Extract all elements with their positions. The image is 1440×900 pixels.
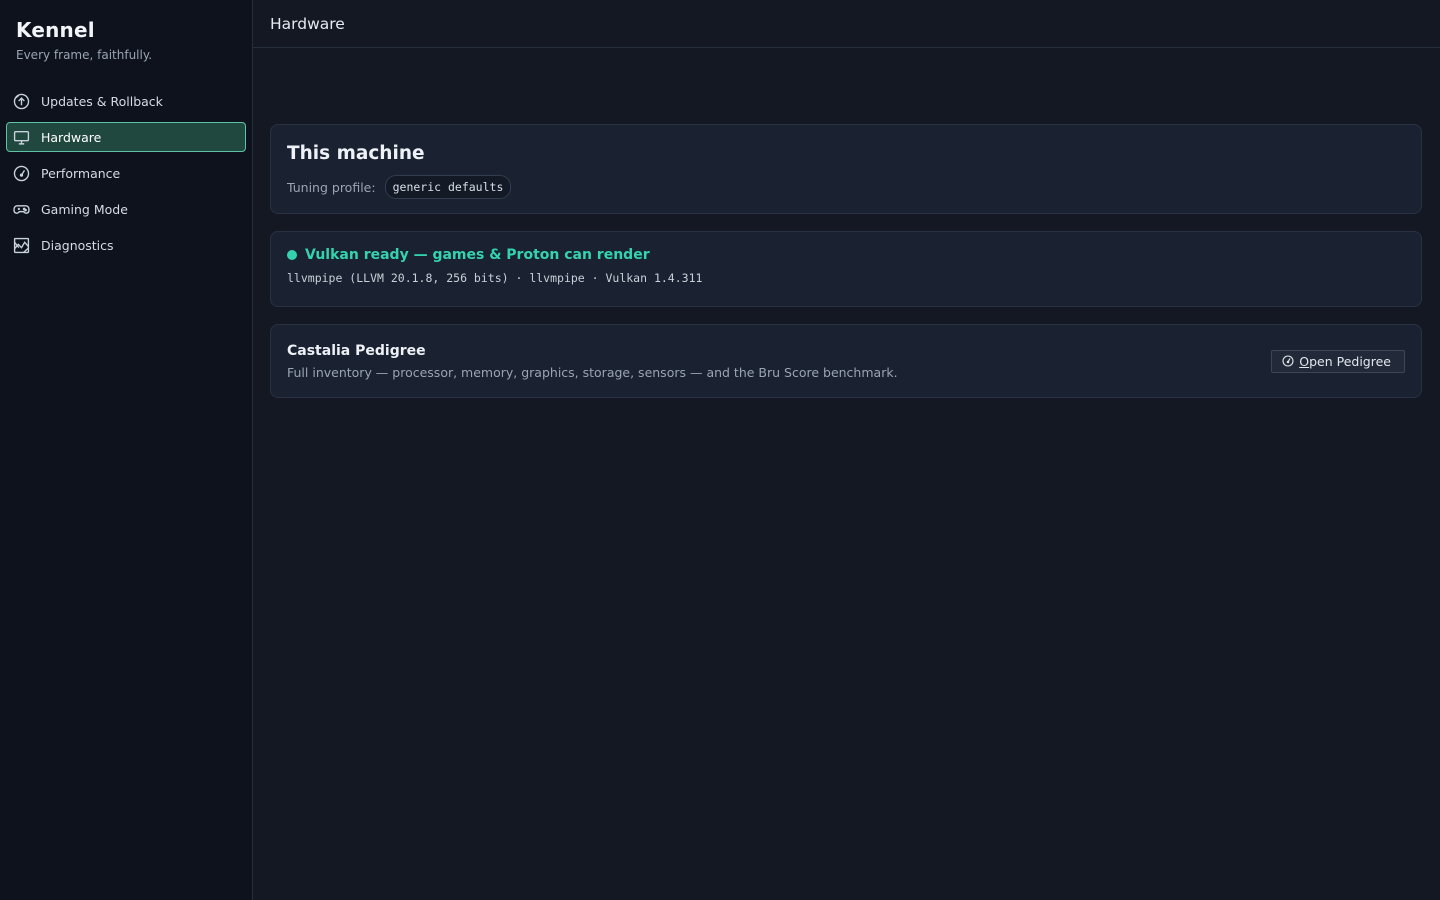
sidebar-item-label: Hardware (41, 129, 102, 145)
sidebar-item-hardware[interactable]: Hardware (6, 122, 246, 152)
main-panel: Hardware This machine Tuning profile: ge… (253, 0, 1440, 900)
sidebar: Kennel Every frame, faithfully. Updates … (0, 0, 253, 900)
sidebar-nav: Updates & Rollback Hardware Performance … (0, 86, 252, 260)
vulkan-status-text: Vulkan ready — games & Proton can render (305, 247, 650, 263)
sidebar-item-diagnostics[interactable]: Diagnostics (6, 230, 246, 260)
gamepad-icon (13, 201, 30, 218)
sidebar-item-label: Updates & Rollback (41, 93, 163, 109)
vulkan-status-card: Vulkan ready — games & Proton can render… (270, 231, 1422, 307)
pedigree-card: Castalia Pedigree Full inventory — proce… (270, 324, 1422, 398)
pedigree-title: Castalia Pedigree (287, 342, 426, 359)
gauge-icon (13, 165, 30, 182)
monitor-icon (13, 129, 30, 146)
tuning-profile-badge: generic defaults (384, 175, 512, 199)
status-dot-icon (287, 250, 297, 260)
vulkan-status-row: Vulkan ready — games & Proton can render (287, 247, 1405, 263)
app-window: Kennel Every frame, faithfully. Updates … (0, 0, 1440, 900)
open-pedigree-button[interactable]: Open Pedigree (1271, 349, 1405, 373)
vulkan-device-detail: llvmpipe (LLVM 20.1.8, 256 bits) · llvmp… (287, 271, 703, 285)
app-title: Kennel (16, 18, 95, 42)
sidebar-item-updates-rollback[interactable]: Updates & Rollback (6, 86, 246, 116)
pedigree-info: Castalia Pedigree Full inventory — proce… (287, 343, 898, 380)
page-title: Hardware (270, 14, 345, 33)
tuning-profile-row: Tuning profile: generic defaults (287, 175, 1405, 199)
pedigree-description: Full inventory — processor, memory, grap… (287, 364, 898, 380)
page-header: Hardware (253, 0, 1440, 48)
tuning-profile-label: Tuning profile: (287, 179, 376, 195)
sidebar-item-performance[interactable]: Performance (6, 158, 246, 188)
sidebar-item-label: Gaming Mode (41, 201, 128, 217)
pedigree-icon (1282, 355, 1294, 367)
sidebar-item-label: Performance (41, 165, 121, 181)
sidebar-item-label: Diagnostics (41, 237, 114, 253)
open-pedigree-label: Open Pedigree (1299, 353, 1391, 369)
machine-card: This machine Tuning profile: generic def… (270, 124, 1422, 214)
app-tagline: Every frame, faithfully. (16, 48, 153, 62)
content-area: This machine Tuning profile: generic def… (253, 48, 1440, 415)
brand: Kennel Every frame, faithfully. (0, 0, 252, 86)
machine-title: This machine (287, 143, 425, 164)
sidebar-item-gaming-mode[interactable]: Gaming Mode (6, 194, 246, 224)
chart-icon (13, 237, 30, 254)
update-arrow-icon (13, 93, 30, 110)
